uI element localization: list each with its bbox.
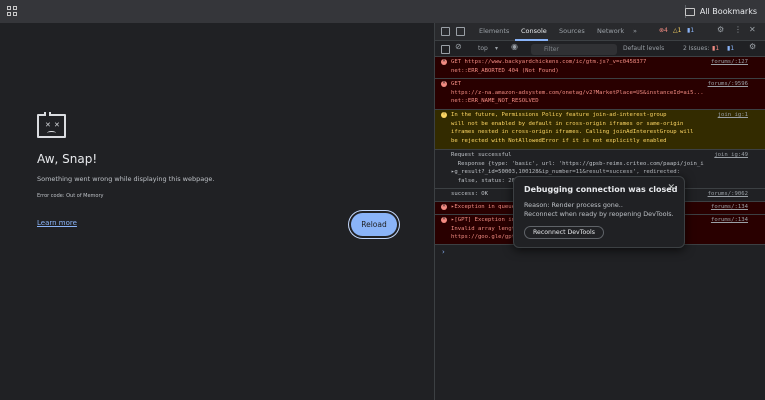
context-dropdown-icon[interactable]: ▾ — [495, 45, 498, 52]
error-icon: ✕ — [441, 59, 447, 65]
warning-count-badge[interactable]: △1 — [673, 27, 681, 34]
error-icon: ✕ — [441, 81, 447, 87]
more-tabs-icon[interactable]: » — [633, 27, 637, 35]
sad-tab-icon: ✕ ✕ — [37, 112, 66, 138]
console-toolbar: ⊘ top ▾ ◉ Filter Default levels 2 Issues… — [435, 41, 765, 57]
devtools-tab-bar: Elements Console Sources Network » ⊗4 △1… — [435, 23, 765, 41]
message-source-link[interactable]: forums/:134 — [711, 203, 748, 212]
message-source-link[interactable]: join_ig:49 — [714, 151, 748, 160]
info-count-badge[interactable]: ▮1 — [687, 27, 694, 34]
error-icon: ✕ — [441, 204, 447, 210]
tab-console[interactable]: Console — [521, 27, 547, 35]
clear-console-icon[interactable]: ⊘ — [455, 42, 462, 51]
console-settings-icon[interactable]: ⚙ — [749, 42, 756, 51]
console-message[interactable]: ✕ GET https://www.backyardchickens.com/i… — [435, 57, 765, 79]
tab-elements[interactable]: Elements — [479, 27, 509, 35]
close-icon[interactable]: ✕ — [667, 183, 675, 193]
dialog-title: Debugging connection was closed — [524, 185, 678, 194]
console-prompt[interactable]: › — [442, 248, 445, 256]
tab-network[interactable]: Network — [597, 27, 624, 35]
reload-button[interactable]: Reload — [351, 213, 397, 236]
reconnect-devtools-button[interactable]: Reconnect DevTools — [524, 226, 604, 239]
dialog-message: Reconnect when ready by reopening DevToo… — [524, 210, 674, 218]
message-source-link[interactable]: join_ig:1 — [718, 111, 748, 120]
console-message[interactable]: ✕ GET https://z-na.amazon-adsystem.com/o… — [435, 79, 765, 110]
context-select[interactable]: top — [478, 45, 488, 52]
dialog-reason: Reason: Render process gone.. — [524, 201, 623, 209]
close-devtools-icon[interactable]: ✕ — [749, 25, 756, 34]
sidebar-toggle-icon[interactable] — [441, 45, 450, 54]
console-filter-input[interactable]: Filter — [531, 44, 617, 55]
log-levels-select[interactable]: Default levels — [623, 45, 664, 52]
inspect-element-icon[interactable] — [441, 27, 450, 36]
message-source-link[interactable]: forums/:9596 — [708, 80, 748, 89]
issues-error-count[interactable]: ▮1 — [712, 45, 719, 52]
issues-label[interactable]: 2 Issues: — [683, 45, 709, 52]
crash-title: Aw, Snap! — [37, 152, 98, 166]
error-count-badge[interactable]: ⊗4 — [659, 27, 668, 34]
device-toolbar-icon[interactable] — [456, 27, 465, 36]
crash-message: Something went wrong while displaying th… — [37, 175, 215, 183]
bookmarks-bar: All Bookmarks — [0, 0, 765, 23]
live-expression-eye-icon[interactable]: ◉ — [511, 42, 518, 51]
connection-closed-dialog: Debugging connection was closed ✕ Reason… — [513, 176, 685, 248]
message-source-link[interactable]: forums/:127 — [711, 58, 748, 67]
message-source-link[interactable]: forums/:9062 — [708, 190, 748, 199]
tab-sources[interactable]: Sources — [559, 27, 585, 35]
console-message[interactable]: ! In the future, Permissions Policy feat… — [435, 110, 765, 150]
folder-icon — [684, 7, 695, 16]
warning-icon: ! — [441, 112, 447, 118]
error-icon: ✕ — [441, 217, 447, 223]
learn-more-link[interactable]: Learn more — [37, 219, 77, 227]
message-source-link[interactable]: forums/:134 — [711, 216, 748, 225]
more-options-icon[interactable]: ⋮ — [734, 25, 742, 34]
settings-gear-icon[interactable]: ⚙ — [717, 25, 724, 34]
all-bookmarks-label: All Bookmarks — [699, 7, 757, 16]
error-code: Error code: Out of Memory — [37, 193, 104, 199]
all-bookmarks-button[interactable]: All Bookmarks — [684, 4, 757, 19]
apps-grid-icon[interactable] — [7, 6, 18, 17]
crash-page: ✕ ✕ Aw, Snap! Something went wrong while… — [0, 23, 434, 400]
issues-info-count[interactable]: ▮1 — [727, 45, 734, 52]
